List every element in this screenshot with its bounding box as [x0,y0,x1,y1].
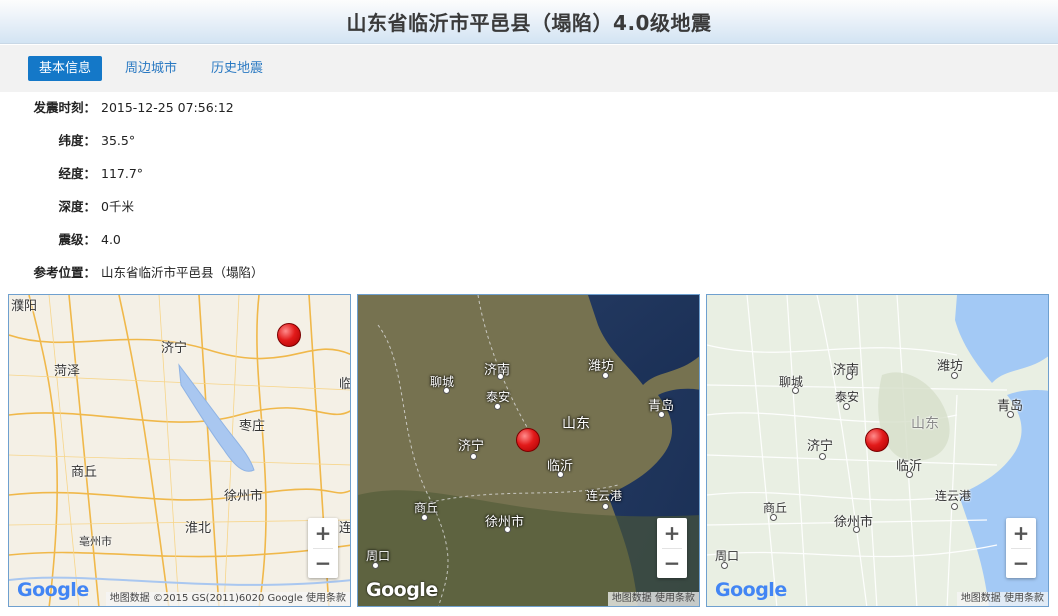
city-dot [504,526,511,533]
city-dot [843,403,850,410]
map-city-label: 济宁 [458,439,485,454]
zoom-control: + − [308,518,338,578]
terrain-map[interactable]: 济南 潍坊 聊城 泰安 山东 青岛 济宁 临沂 连云港 商丘 徐州市 周口 + … [706,294,1049,607]
city-dot [497,373,504,380]
road-map[interactable]: 濮阳 济宁 菏泽 枣庄 商丘 徐州市 淮北 亳州市 临 连 + − Google… [8,294,351,607]
divider [1011,548,1031,549]
map-attribution[interactable]: 地图数据 ©2015 GS(2011)6020 Google 使用条款 [105,592,350,606]
page-title: 山东省临沂市平邑县（塌陷）4.0级地震 [346,11,712,35]
city-dot [658,411,665,418]
google-logo[interactable]: Google [366,579,438,601]
map-attribution[interactable]: 地图数据 使用条款 [607,592,699,606]
tab-bar: 基本信息 周边城市 历史地震 [0,45,1058,92]
google-logo[interactable]: Google [17,579,89,601]
city-dot [443,387,450,394]
city-dot [372,562,379,569]
city-dot [951,372,958,379]
zoom-in-button[interactable]: + [657,518,687,548]
map-city-label: 潍坊 [937,359,964,374]
info-row-depth: 深度： 0千米 [0,197,1058,217]
divider [662,548,682,549]
city-dot [951,503,958,510]
map-city-label: 徐州市 [224,489,264,504]
epicenter-marker[interactable] [516,428,540,452]
map-city-label: 济宁 [161,341,188,356]
map-city-label: 淮北 [185,521,212,536]
info-label: 深度： [58,199,96,214]
city-dot [846,373,853,380]
zoom-out-button[interactable]: − [657,548,687,578]
city-dot [906,471,913,478]
map-city-label: 山东 [562,416,590,432]
info-value: 117.7° [101,166,144,181]
page-header: 山东省临沂市平邑县（塌陷）4.0级地震 [0,0,1058,44]
map-city-label: 亳州市 [79,535,112,548]
map-attribution[interactable]: 地图数据 使用条款 [956,592,1048,606]
map-city-label: 枣庄 [239,419,266,434]
map-city-label: 济宁 [807,439,834,454]
map-city-label: 山东 [911,416,939,432]
city-dot [770,514,777,521]
city-dot [557,471,564,478]
info-row-longitude: 经度： 117.7° [0,164,1058,184]
epicenter-marker[interactable] [865,428,889,452]
map-city-label: 聊城 [430,375,455,389]
satellite-map[interactable]: 济南 潍坊 聊城 泰安 山东 青岛 济宁 临沂 连云港 商丘 徐州市 周口 + … [357,294,700,607]
tab-nearby-cities[interactable]: 周边城市 [114,56,188,81]
zoom-in-button[interactable]: + [308,518,338,548]
map-city-label: 潍坊 [588,359,615,374]
info-value: 4.0 [101,232,121,247]
city-dot [494,403,501,410]
map-city-label: 连 [339,521,351,536]
city-dot [792,387,799,394]
map-city-label: 连云港 [935,489,972,503]
zoom-out-button[interactable]: − [1006,548,1036,578]
map-city-label: 濮阳 [11,299,38,314]
info-label: 发震时刻： [33,100,96,115]
city-dot [602,503,609,510]
info-label: 经度： [58,166,96,181]
city-dot [721,562,728,569]
divider [313,548,333,549]
info-label: 震级： [58,232,96,247]
info-row-time: 发震时刻： 2015-12-25 07:56:12 [0,98,1058,118]
info-row-latitude: 纬度： 35.5° [0,131,1058,151]
city-dot [853,526,860,533]
map-city-label: 周口 [715,549,740,563]
zoom-out-button[interactable]: − [308,548,338,578]
info-value: 山东省临沂市平邑县（塌陷） [101,265,264,280]
map-city-label: 临 [339,377,351,392]
map-city-label: 菏泽 [54,364,81,379]
map-city-label: 聊城 [779,375,804,389]
city-dot [819,453,826,460]
city-dot [1007,411,1014,418]
tab-basic-info[interactable]: 基本信息 [28,56,103,81]
info-value: 0千米 [101,199,134,214]
map-city-label: 连云港 [586,489,623,503]
map-city-label: 商丘 [71,465,98,480]
map-city-label: 周口 [366,549,391,563]
info-label: 参考位置： [33,265,96,280]
info-row-magnitude: 震级： 4.0 [0,230,1058,250]
zoom-control: + − [657,518,687,578]
google-logo[interactable]: Google [715,579,787,601]
city-dot [421,514,428,521]
zoom-control: + − [1006,518,1036,578]
info-value: 2015-12-25 07:56:12 [101,100,234,115]
tab-history-earthquakes[interactable]: 历史地震 [200,56,274,81]
city-dot [470,453,477,460]
info-row-location: 参考位置： 山东省临沂市平邑县（塌陷） [0,263,1058,283]
zoom-in-button[interactable]: + [1006,518,1036,548]
info-label: 纬度： [58,133,96,148]
epicenter-marker[interactable] [277,323,301,347]
info-value: 35.5° [101,133,136,148]
city-dot [602,372,609,379]
